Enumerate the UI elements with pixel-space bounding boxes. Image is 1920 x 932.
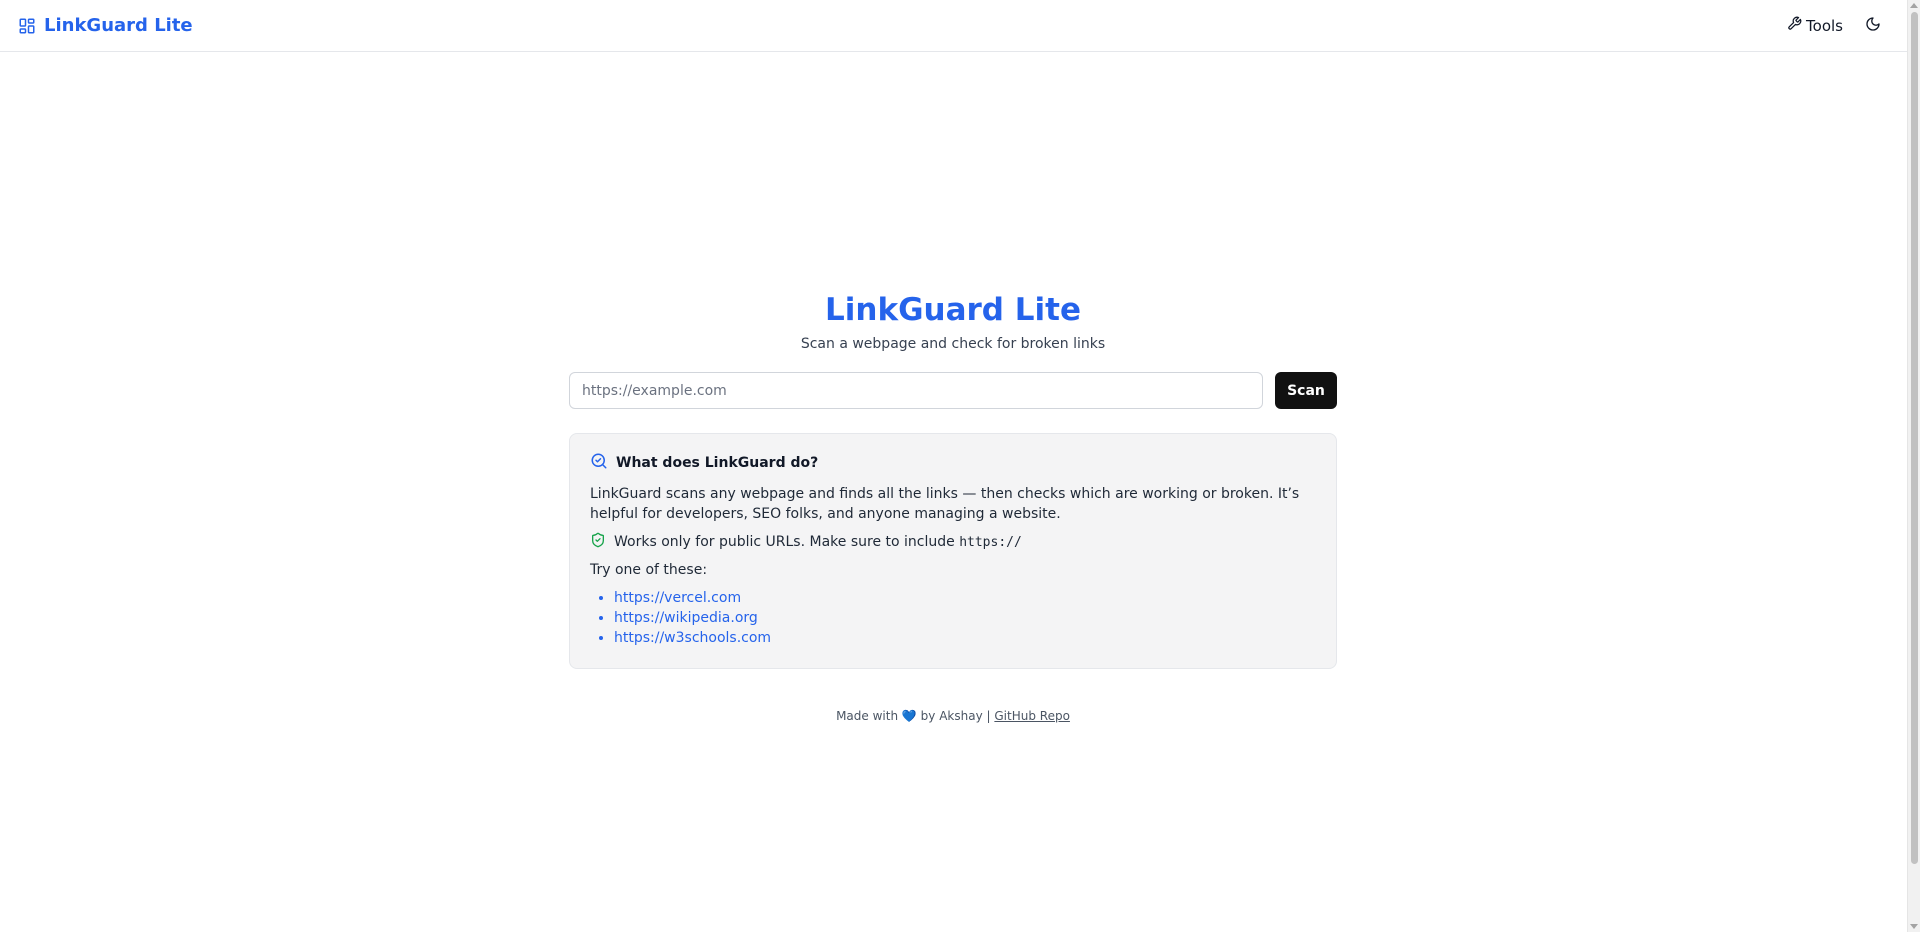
scan-button[interactable]: Scan: [1275, 372, 1337, 409]
example-list: https://vercel.com https://wikipedia.org…: [590, 588, 1316, 648]
list-item: https://wikipedia.org: [614, 608, 1316, 628]
navbar: LinkGuard Lite Tools: [0, 0, 1907, 52]
github-repo-link[interactable]: GitHub Repo: [994, 709, 1070, 723]
example-link-wikipedia[interactable]: https://wikipedia.org: [614, 610, 758, 626]
scroll-down-arrow-icon[interactable]: [1910, 924, 1918, 929]
wrench-icon: [1787, 16, 1802, 35]
try-label: Try one of these:: [590, 562, 708, 578]
info-heading-text: What does LinkGuard do?: [616, 455, 819, 471]
heart-icon: 💙: [901, 709, 917, 723]
example-link-vercel[interactable]: https://vercel.com: [614, 590, 741, 606]
info-note: Works only for public URLs. Make sure to…: [590, 532, 1316, 552]
layout-grid-icon: [18, 17, 36, 35]
main-content: LinkGuard Lite Scan a webpage and check …: [569, 290, 1337, 723]
search-check-icon: [590, 452, 608, 474]
scrollbar[interactable]: [1907, 0, 1920, 932]
theme-toggle[interactable]: [1865, 16, 1881, 36]
info-card: What does LinkGuard do? LinkGuard scans …: [569, 433, 1337, 669]
list-item: https://vercel.com: [614, 588, 1316, 608]
info-heading: What does LinkGuard do?: [590, 452, 1316, 474]
tools-label: Tools: [1806, 16, 1843, 35]
example-link-w3schools[interactable]: https://w3schools.com: [614, 630, 771, 646]
info-note-code: https://: [959, 535, 1022, 550]
list-item: https://w3schools.com: [614, 628, 1316, 648]
scroll-thumb[interactable]: [1911, 12, 1918, 864]
page-subtitle: Scan a webpage and check for broken link…: [800, 336, 1106, 352]
brand-name: LinkGuard Lite: [44, 15, 193, 36]
shield-check-icon: [590, 532, 606, 552]
footer-by: by Akshay |: [920, 709, 991, 723]
footer: Made with 💙 by Akshay | GitHub Repo: [569, 709, 1337, 723]
page-title: LinkGuard Lite: [825, 292, 1081, 328]
page: LinkGuard Lite Tools LinkGuard Lite Scan…: [0, 0, 1920, 932]
footer-made-with: Made with: [836, 709, 899, 723]
info-description: LinkGuard scans any webpage and finds al…: [590, 486, 1300, 522]
scroll-up-arrow-icon[interactable]: [1910, 3, 1918, 8]
tools-button[interactable]: Tools: [1787, 16, 1843, 35]
moon-icon: [1865, 16, 1881, 36]
nav-actions: Tools: [1787, 16, 1881, 36]
scan-form: Scan: [569, 372, 1337, 409]
brand-link[interactable]: LinkGuard Lite: [18, 15, 193, 36]
url-input[interactable]: [569, 372, 1263, 409]
info-note-text: Works only for public URLs. Make sure to…: [614, 534, 955, 550]
